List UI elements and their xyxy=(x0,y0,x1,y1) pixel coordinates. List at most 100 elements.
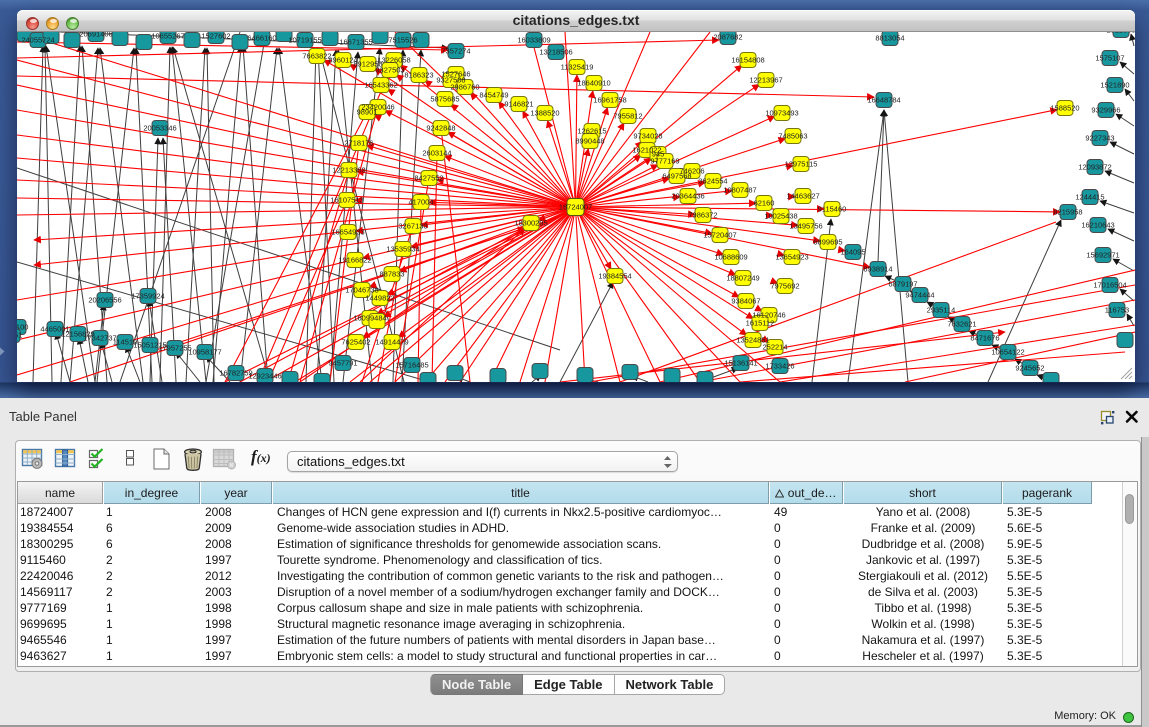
svg-text:9474444: 9474444 xyxy=(905,291,934,300)
svg-text:13495756: 13495756 xyxy=(789,222,822,231)
svg-text:8186323: 8186323 xyxy=(404,71,433,80)
svg-text:6466160: 6466160 xyxy=(247,34,276,43)
svg-text:13226058: 13226058 xyxy=(377,56,410,65)
svg-text:17016504: 17016504 xyxy=(1093,281,1126,290)
svg-text:16210643: 16210643 xyxy=(1081,221,1114,230)
svg-text:7986372: 7986372 xyxy=(688,211,717,220)
svg-text:164095: 164095 xyxy=(840,248,865,257)
svg-text:7357274: 7357274 xyxy=(441,47,470,56)
svg-text:14463627: 14463627 xyxy=(786,192,819,201)
svg-text:16543362: 16543362 xyxy=(364,81,397,90)
svg-text:7663822: 7663822 xyxy=(302,52,331,61)
svg-text:746206: 746206 xyxy=(679,167,704,176)
svg-text:62160: 62160 xyxy=(754,199,775,208)
svg-text:1262615: 1262615 xyxy=(577,127,606,136)
svg-text:1449822: 1449822 xyxy=(365,294,394,303)
svg-text:1244415: 1244415 xyxy=(1075,193,1104,202)
svg-text:1733426: 1733426 xyxy=(765,362,794,371)
svg-text:8938914: 8938914 xyxy=(863,265,892,274)
svg-text:887833: 887833 xyxy=(379,270,404,279)
svg-text:10807487: 10807487 xyxy=(723,186,756,195)
svg-text:7975692: 7975692 xyxy=(770,282,799,291)
svg-text:10719155: 10719155 xyxy=(288,36,321,45)
svg-text:9327503: 9327503 xyxy=(375,66,404,75)
svg-text:12213967: 12213967 xyxy=(749,76,782,85)
svg-text:18300295: 18300295 xyxy=(514,219,547,228)
svg-text:10655267: 10655267 xyxy=(151,32,184,41)
svg-text:20206556: 20206556 xyxy=(88,296,121,305)
svg-text:12923446: 12923446 xyxy=(248,372,281,381)
svg-text:7515526: 7515526 xyxy=(388,36,417,45)
svg-text:16961758: 16961758 xyxy=(593,96,626,105)
svg-text:18807249: 18807249 xyxy=(726,274,759,283)
svg-text:8471676: 8471676 xyxy=(970,334,999,343)
svg-text:1615112: 1615112 xyxy=(746,319,775,328)
svg-text:16154808: 16154808 xyxy=(731,56,764,65)
svg-text:16648784: 16648784 xyxy=(867,96,900,105)
svg-text:2603144: 2603144 xyxy=(422,149,451,158)
svg-text:13218506: 13218506 xyxy=(539,48,572,57)
svg-text:7955812: 7955812 xyxy=(613,112,642,121)
svg-text:98901: 98901 xyxy=(357,108,378,117)
svg-text:1575107: 1575107 xyxy=(1095,54,1124,63)
svg-text:20364436: 20364436 xyxy=(671,192,704,201)
svg-text:1321850: 1321850 xyxy=(1106,32,1135,35)
svg-text:20053346: 20053346 xyxy=(143,124,176,133)
svg-text:2087682: 2087682 xyxy=(713,33,742,42)
svg-text:19384554: 19384554 xyxy=(598,272,631,281)
svg-text:13654923: 13654923 xyxy=(775,253,808,262)
svg-text:3624554: 3624554 xyxy=(698,177,727,186)
svg-text:15716485: 15716485 xyxy=(395,361,428,370)
svg-text:9777169: 9777169 xyxy=(650,157,679,166)
svg-text:8454749: 8454749 xyxy=(479,91,508,100)
svg-text:12093872: 12093872 xyxy=(1078,163,1111,172)
svg-text:8813054: 8813054 xyxy=(875,34,904,43)
svg-text:18640910: 18640910 xyxy=(577,79,610,88)
svg-text:9242848: 9242848 xyxy=(426,124,455,133)
svg-text:8427552: 8427552 xyxy=(414,174,443,183)
svg-text:1588520: 1588520 xyxy=(1050,104,1079,113)
svg-text:15720407: 15720407 xyxy=(703,231,736,240)
svg-text:16671355: 16671355 xyxy=(339,38,372,47)
svg-text:252214: 252214 xyxy=(762,343,787,352)
svg-text:10973493: 10973493 xyxy=(765,109,798,118)
svg-text:8990448: 8990448 xyxy=(575,137,604,146)
svg-text:7485063: 7485063 xyxy=(778,132,807,141)
svg-text:13535934: 13535934 xyxy=(386,245,419,254)
svg-text:8215958: 8215958 xyxy=(1053,208,1082,217)
svg-text:116753: 116753 xyxy=(1105,306,1129,315)
svg-text:11325419: 11325419 xyxy=(561,63,594,72)
svg-text:10688609: 10688609 xyxy=(714,253,747,262)
svg-text:9227343: 9227343 xyxy=(1085,134,1114,143)
svg-text:16099484: 16099484 xyxy=(353,314,386,323)
svg-text:2935114: 2935114 xyxy=(927,306,956,315)
svg-text:1521890: 1521890 xyxy=(1100,81,1129,90)
svg-text:24055724: 24055724 xyxy=(21,36,54,45)
svg-text:6879197: 6879197 xyxy=(888,280,917,289)
svg-text:10025438: 10025438 xyxy=(764,212,797,221)
svg-text:19166822: 19166822 xyxy=(338,256,371,265)
svg-text:9734028: 9734028 xyxy=(633,132,662,141)
svg-text:1388520: 1388520 xyxy=(530,109,559,118)
svg-text:9115460: 9115460 xyxy=(818,205,847,214)
svg-text:9457791: 9457791 xyxy=(328,359,357,368)
svg-text:10958177: 10958177 xyxy=(188,348,221,357)
svg-text:2986760: 2986760 xyxy=(450,83,479,92)
svg-text:17359924: 17359924 xyxy=(131,292,164,301)
svg-text:3267130: 3267130 xyxy=(398,222,427,231)
svg-text:14914479: 14914479 xyxy=(375,338,408,347)
svg-text:2718176: 2718176 xyxy=(344,139,373,148)
svg-text:9329966: 9329966 xyxy=(1091,106,1120,115)
svg-text:7625402: 7625402 xyxy=(341,338,370,347)
svg-text:9384067: 9384067 xyxy=(731,297,760,306)
svg-text:15692971: 15692971 xyxy=(1086,251,1119,260)
svg-text:39151: 39151 xyxy=(17,331,22,340)
svg-text:17957255: 17957255 xyxy=(158,344,191,353)
svg-text:20691406: 20691406 xyxy=(79,32,112,39)
svg-text:417004: 417004 xyxy=(408,198,433,207)
svg-text:18724007: 18724007 xyxy=(559,203,592,212)
svg-text:16033809: 16033809 xyxy=(517,36,550,45)
svg-text:7632621: 7632621 xyxy=(947,320,976,329)
svg-text:6899695: 6899695 xyxy=(813,238,842,247)
svg-text:10654122: 10654122 xyxy=(991,348,1024,357)
